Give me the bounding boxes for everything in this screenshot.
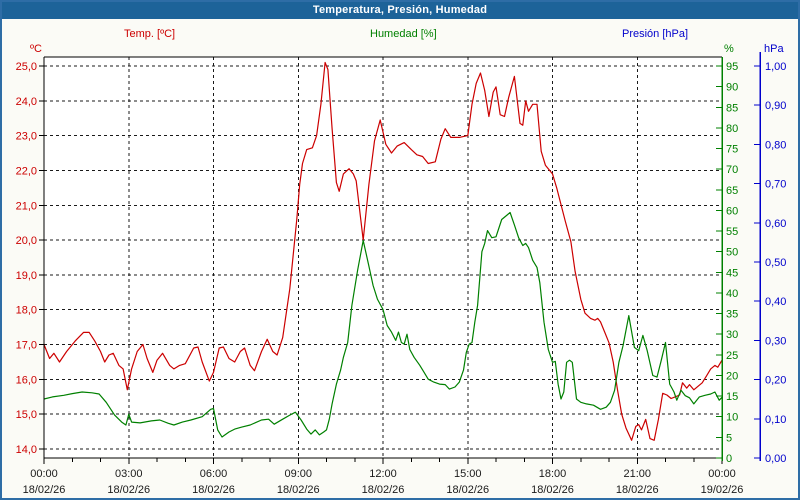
svg-text:65: 65 — [726, 185, 738, 197]
svg-text:35: 35 — [726, 309, 738, 321]
svg-text:19,0: 19,0 — [16, 270, 37, 282]
svg-text:85: 85 — [726, 102, 738, 114]
svg-text:21,0: 21,0 — [16, 200, 37, 212]
svg-text:0,70: 0,70 — [765, 179, 786, 191]
chart-svg: 25,0 24,0 23,0 22,0 21,0 20,0 19,0 18,0 17,0 16,0… — [2, 2, 800, 500]
svg-text:18/02/26: 18/02/26 — [362, 484, 405, 496]
svg-text:03:00: 03:00 — [115, 468, 143, 480]
svg-text:55: 55 — [726, 226, 738, 238]
svg-text:25: 25 — [726, 350, 738, 362]
svg-text:18,0: 18,0 — [16, 305, 37, 317]
svg-text:12:00: 12:00 — [369, 468, 397, 480]
svg-text:0,20: 0,20 — [765, 375, 786, 387]
svg-text:06:00: 06:00 — [200, 468, 228, 480]
svg-text:0,50: 0,50 — [765, 257, 786, 269]
svg-text:18:00: 18:00 — [539, 468, 567, 480]
svg-text:0,30: 0,30 — [765, 335, 786, 347]
svg-text:22,0: 22,0 — [16, 165, 37, 177]
svg-text:17,0: 17,0 — [16, 340, 37, 352]
svg-text:50: 50 — [726, 247, 738, 259]
svg-text:0,90: 0,90 — [765, 100, 786, 112]
svg-text:18/02/26: 18/02/26 — [23, 484, 66, 496]
svg-text:18/02/26: 18/02/26 — [616, 484, 659, 496]
svg-text:18/02/26: 18/02/26 — [531, 484, 574, 496]
svg-text:75: 75 — [726, 144, 738, 156]
svg-text:70: 70 — [726, 164, 738, 176]
svg-text:0,00: 0,00 — [765, 453, 786, 465]
svg-text:0,10: 0,10 — [765, 414, 786, 426]
svg-text:23,0: 23,0 — [16, 131, 37, 143]
svg-text:80: 80 — [726, 123, 738, 135]
svg-text:10: 10 — [726, 412, 738, 424]
svg-text:15: 15 — [726, 391, 738, 403]
svg-text:0: 0 — [726, 453, 732, 465]
svg-text:09:00: 09:00 — [284, 468, 312, 480]
svg-text:0,80: 0,80 — [765, 139, 786, 151]
svg-text:60: 60 — [726, 205, 738, 217]
svg-text:19/02/26: 19/02/26 — [701, 484, 744, 496]
svg-text:20: 20 — [726, 370, 738, 382]
svg-text:18/02/26: 18/02/26 — [446, 484, 489, 496]
svg-text:15:00: 15:00 — [454, 468, 482, 480]
svg-text:0,60: 0,60 — [765, 218, 786, 230]
svg-text:16,0: 16,0 — [16, 374, 37, 386]
svg-text:15,0: 15,0 — [16, 409, 37, 421]
svg-text:18/02/26: 18/02/26 — [277, 484, 320, 496]
svg-text:00:00: 00:00 — [30, 468, 58, 480]
svg-text:00:00: 00:00 — [708, 468, 736, 480]
svg-text:90: 90 — [726, 82, 738, 94]
svg-text:21:00: 21:00 — [623, 468, 651, 480]
svg-text:20,0: 20,0 — [16, 235, 37, 247]
svg-text:5: 5 — [726, 432, 732, 444]
svg-text:40: 40 — [726, 288, 738, 300]
svg-text:18/02/26: 18/02/26 — [192, 484, 235, 496]
chart-window: Temperatura, Presión, Humedad Temp. [ºC]… — [0, 0, 800, 500]
svg-text:24,0: 24,0 — [16, 96, 37, 108]
svg-text:14,0: 14,0 — [16, 444, 37, 456]
svg-text:95: 95 — [726, 61, 738, 73]
svg-text:30: 30 — [726, 329, 738, 341]
svg-text:25,0: 25,0 — [16, 61, 37, 73]
chart-plot: 25,0 24,0 23,0 22,0 21,0 20,0 19,0 18,0 17,0 16,0… — [2, 2, 800, 500]
svg-text:0,40: 0,40 — [765, 296, 786, 308]
svg-text:1,00: 1,00 — [765, 61, 786, 73]
svg-text:18/02/26: 18/02/26 — [107, 484, 150, 496]
svg-text:45: 45 — [726, 267, 738, 279]
